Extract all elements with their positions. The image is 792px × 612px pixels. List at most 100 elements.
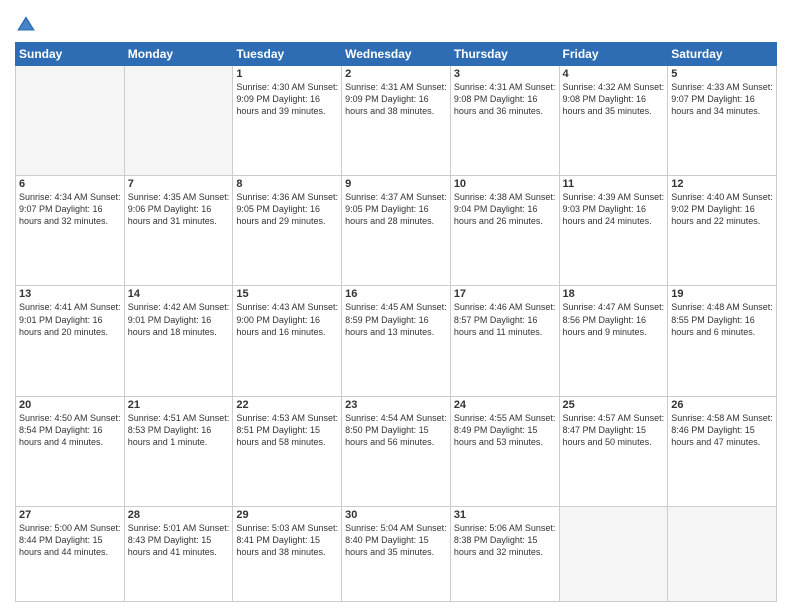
day-info: Sunrise: 5:03 AM Sunset: 8:41 PM Dayligh… (236, 522, 338, 558)
day-info: Sunrise: 5:00 AM Sunset: 8:44 PM Dayligh… (19, 522, 121, 558)
calendar-cell: 27Sunrise: 5:00 AM Sunset: 8:44 PM Dayli… (16, 506, 125, 601)
calendar-cell: 9Sunrise: 4:37 AM Sunset: 9:05 PM Daylig… (342, 176, 451, 286)
calendar-cell: 8Sunrise: 4:36 AM Sunset: 9:05 PM Daylig… (233, 176, 342, 286)
day-info: Sunrise: 4:43 AM Sunset: 9:00 PM Dayligh… (236, 301, 338, 337)
calendar-week-5: 27Sunrise: 5:00 AM Sunset: 8:44 PM Dayli… (16, 506, 777, 601)
header (15, 10, 777, 36)
day-number: 2 (345, 68, 447, 80)
calendar-cell: 5Sunrise: 4:33 AM Sunset: 9:07 PM Daylig… (668, 66, 777, 176)
calendar-week-4: 20Sunrise: 4:50 AM Sunset: 8:54 PM Dayli… (16, 396, 777, 506)
day-number: 14 (128, 288, 230, 300)
calendar-cell: 11Sunrise: 4:39 AM Sunset: 9:03 PM Dayli… (559, 176, 668, 286)
day-info: Sunrise: 4:40 AM Sunset: 9:02 PM Dayligh… (671, 191, 773, 227)
day-number: 25 (563, 399, 665, 411)
calendar-header-saturday: Saturday (668, 43, 777, 66)
day-info: Sunrise: 4:53 AM Sunset: 8:51 PM Dayligh… (236, 412, 338, 448)
day-info: Sunrise: 4:50 AM Sunset: 8:54 PM Dayligh… (19, 412, 121, 448)
day-number: 1 (236, 68, 338, 80)
day-info: Sunrise: 5:04 AM Sunset: 8:40 PM Dayligh… (345, 522, 447, 558)
calendar-cell: 19Sunrise: 4:48 AM Sunset: 8:55 PM Dayli… (668, 286, 777, 396)
day-info: Sunrise: 4:37 AM Sunset: 9:05 PM Dayligh… (345, 191, 447, 227)
day-info: Sunrise: 4:57 AM Sunset: 8:47 PM Dayligh… (563, 412, 665, 448)
day-info: Sunrise: 4:35 AM Sunset: 9:06 PM Dayligh… (128, 191, 230, 227)
calendar-cell: 14Sunrise: 4:42 AM Sunset: 9:01 PM Dayli… (124, 286, 233, 396)
day-number: 22 (236, 399, 338, 411)
day-number: 13 (19, 288, 121, 300)
calendar-cell: 17Sunrise: 4:46 AM Sunset: 8:57 PM Dayli… (450, 286, 559, 396)
calendar-header-friday: Friday (559, 43, 668, 66)
day-number: 3 (454, 68, 556, 80)
calendar-week-3: 13Sunrise: 4:41 AM Sunset: 9:01 PM Dayli… (16, 286, 777, 396)
calendar-cell: 2Sunrise: 4:31 AM Sunset: 9:09 PM Daylig… (342, 66, 451, 176)
day-info: Sunrise: 4:54 AM Sunset: 8:50 PM Dayligh… (345, 412, 447, 448)
day-number: 31 (454, 509, 556, 521)
calendar-cell: 28Sunrise: 5:01 AM Sunset: 8:43 PM Dayli… (124, 506, 233, 601)
calendar-cell: 22Sunrise: 4:53 AM Sunset: 8:51 PM Dayli… (233, 396, 342, 506)
day-number: 11 (563, 178, 665, 190)
day-number: 24 (454, 399, 556, 411)
day-info: Sunrise: 4:32 AM Sunset: 9:08 PM Dayligh… (563, 81, 665, 117)
calendar-cell: 7Sunrise: 4:35 AM Sunset: 9:06 PM Daylig… (124, 176, 233, 286)
calendar-cell: 4Sunrise: 4:32 AM Sunset: 9:08 PM Daylig… (559, 66, 668, 176)
day-number: 16 (345, 288, 447, 300)
day-info: Sunrise: 4:55 AM Sunset: 8:49 PM Dayligh… (454, 412, 556, 448)
calendar-header-wednesday: Wednesday (342, 43, 451, 66)
calendar-cell (124, 66, 233, 176)
day-number: 20 (19, 399, 121, 411)
day-number: 7 (128, 178, 230, 190)
calendar-cell: 20Sunrise: 4:50 AM Sunset: 8:54 PM Dayli… (16, 396, 125, 506)
page: SundayMondayTuesdayWednesdayThursdayFrid… (0, 0, 792, 612)
calendar-cell (559, 506, 668, 601)
day-number: 9 (345, 178, 447, 190)
day-number: 8 (236, 178, 338, 190)
calendar-cell: 26Sunrise: 4:58 AM Sunset: 8:46 PM Dayli… (668, 396, 777, 506)
day-number: 6 (19, 178, 121, 190)
day-number: 27 (19, 509, 121, 521)
day-number: 5 (671, 68, 773, 80)
day-info: Sunrise: 4:47 AM Sunset: 8:56 PM Dayligh… (563, 301, 665, 337)
day-number: 19 (671, 288, 773, 300)
day-info: Sunrise: 4:58 AM Sunset: 8:46 PM Dayligh… (671, 412, 773, 448)
day-info: Sunrise: 4:46 AM Sunset: 8:57 PM Dayligh… (454, 301, 556, 337)
day-info: Sunrise: 4:41 AM Sunset: 9:01 PM Dayligh… (19, 301, 121, 337)
day-number: 17 (454, 288, 556, 300)
calendar-cell: 15Sunrise: 4:43 AM Sunset: 9:00 PM Dayli… (233, 286, 342, 396)
day-info: Sunrise: 4:34 AM Sunset: 9:07 PM Dayligh… (19, 191, 121, 227)
calendar-cell: 3Sunrise: 4:31 AM Sunset: 9:08 PM Daylig… (450, 66, 559, 176)
calendar-cell: 12Sunrise: 4:40 AM Sunset: 9:02 PM Dayli… (668, 176, 777, 286)
calendar-header-sunday: Sunday (16, 43, 125, 66)
day-info: Sunrise: 4:30 AM Sunset: 9:09 PM Dayligh… (236, 81, 338, 117)
calendar-header-monday: Monday (124, 43, 233, 66)
calendar-cell: 31Sunrise: 5:06 AM Sunset: 8:38 PM Dayli… (450, 506, 559, 601)
calendar-cell: 1Sunrise: 4:30 AM Sunset: 9:09 PM Daylig… (233, 66, 342, 176)
day-number: 26 (671, 399, 773, 411)
calendar-cell (668, 506, 777, 601)
day-number: 15 (236, 288, 338, 300)
day-info: Sunrise: 5:01 AM Sunset: 8:43 PM Dayligh… (128, 522, 230, 558)
day-info: Sunrise: 4:33 AM Sunset: 9:07 PM Dayligh… (671, 81, 773, 117)
calendar-header-row: SundayMondayTuesdayWednesdayThursdayFrid… (16, 43, 777, 66)
day-number: 18 (563, 288, 665, 300)
calendar-cell: 29Sunrise: 5:03 AM Sunset: 8:41 PM Dayli… (233, 506, 342, 601)
day-info: Sunrise: 4:31 AM Sunset: 9:08 PM Dayligh… (454, 81, 556, 117)
day-info: Sunrise: 5:06 AM Sunset: 8:38 PM Dayligh… (454, 522, 556, 558)
calendar-cell: 24Sunrise: 4:55 AM Sunset: 8:49 PM Dayli… (450, 396, 559, 506)
calendar-header-thursday: Thursday (450, 43, 559, 66)
calendar: SundayMondayTuesdayWednesdayThursdayFrid… (15, 42, 777, 602)
day-number: 21 (128, 399, 230, 411)
logo-icon (15, 14, 37, 36)
day-number: 28 (128, 509, 230, 521)
day-info: Sunrise: 4:45 AM Sunset: 8:59 PM Dayligh… (345, 301, 447, 337)
day-number: 30 (345, 509, 447, 521)
calendar-cell: 10Sunrise: 4:38 AM Sunset: 9:04 PM Dayli… (450, 176, 559, 286)
day-info: Sunrise: 4:36 AM Sunset: 9:05 PM Dayligh… (236, 191, 338, 227)
calendar-cell: 30Sunrise: 5:04 AM Sunset: 8:40 PM Dayli… (342, 506, 451, 601)
day-number: 12 (671, 178, 773, 190)
calendar-week-1: 1Sunrise: 4:30 AM Sunset: 9:09 PM Daylig… (16, 66, 777, 176)
calendar-cell: 6Sunrise: 4:34 AM Sunset: 9:07 PM Daylig… (16, 176, 125, 286)
calendar-week-2: 6Sunrise: 4:34 AM Sunset: 9:07 PM Daylig… (16, 176, 777, 286)
day-info: Sunrise: 4:38 AM Sunset: 9:04 PM Dayligh… (454, 191, 556, 227)
day-number: 23 (345, 399, 447, 411)
calendar-cell: 13Sunrise: 4:41 AM Sunset: 9:01 PM Dayli… (16, 286, 125, 396)
logo (15, 14, 41, 36)
